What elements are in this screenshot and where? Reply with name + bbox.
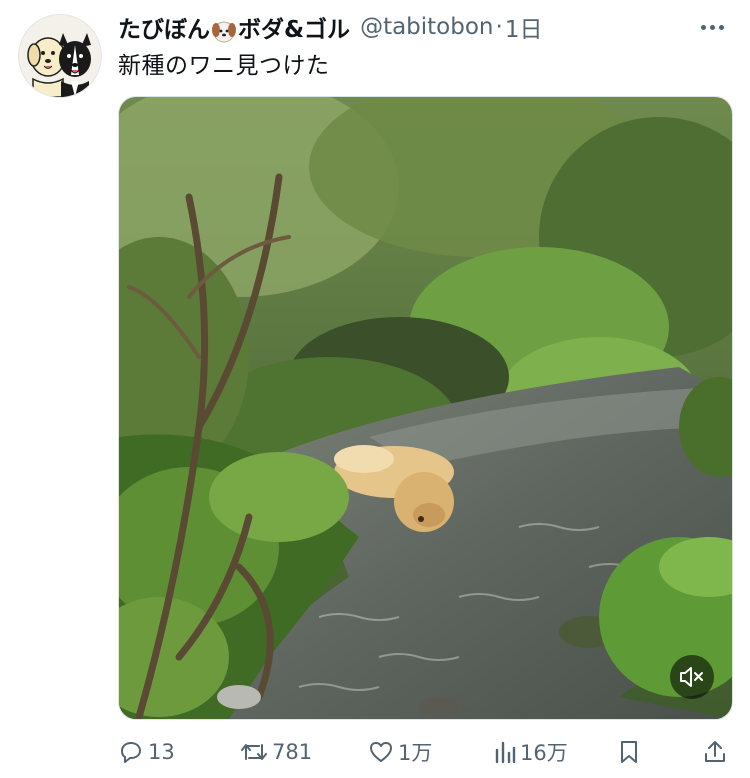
bookmark-icon	[621, 741, 637, 763]
tweet-header: たびぼん ボダ&ゴル @tabitobon · 1日	[118, 10, 732, 44]
more-options-button[interactable]	[692, 14, 732, 40]
bookmark-button[interactable]	[618, 739, 640, 765]
display-name-part2[interactable]: ボダ&ゴル	[238, 17, 350, 43]
display-name-part1[interactable]: たびぼん	[118, 17, 210, 43]
timestamp[interactable]: 1日	[505, 10, 543, 44]
tweet-action-bar: 13 781 1万 16万	[118, 734, 732, 770]
more-dots-icon	[700, 24, 706, 30]
user-handle[interactable]: @tabitobon	[360, 14, 493, 40]
retweet-count: 781	[272, 740, 313, 764]
display-name[interactable]: たびぼん ボダ&ゴル	[118, 10, 350, 44]
retweet-icon	[241, 744, 267, 760]
tweet-text: 新種のワニ見つけた	[118, 53, 330, 79]
share-button[interactable]	[703, 739, 727, 765]
like-count: 1万	[398, 741, 433, 765]
video-frame-stream-dog	[119, 97, 732, 719]
share-upload-icon	[705, 741, 725, 762]
views-bars-icon	[495, 741, 516, 764]
tweet-video[interactable]	[118, 96, 733, 720]
reply-bubble-icon	[121, 742, 141, 763]
dog-face-emoji-icon	[212, 21, 236, 42]
reply-button[interactable]: 13	[118, 739, 175, 765]
avatar[interactable]	[18, 14, 102, 98]
mute-toggle-button[interactable]	[670, 655, 714, 699]
reply-count: 13	[148, 740, 175, 764]
avatar-dogs-illustration	[27, 33, 91, 97]
views-count: 16万	[520, 741, 568, 765]
like-button[interactable]: 1万	[368, 737, 432, 767]
heart-icon	[370, 742, 392, 762]
speaker-muted-icon	[680, 667, 703, 687]
views-button[interactable]: 16万	[494, 737, 568, 767]
retweet-button[interactable]: 781	[240, 739, 312, 765]
separator-dot: ·	[495, 14, 503, 40]
